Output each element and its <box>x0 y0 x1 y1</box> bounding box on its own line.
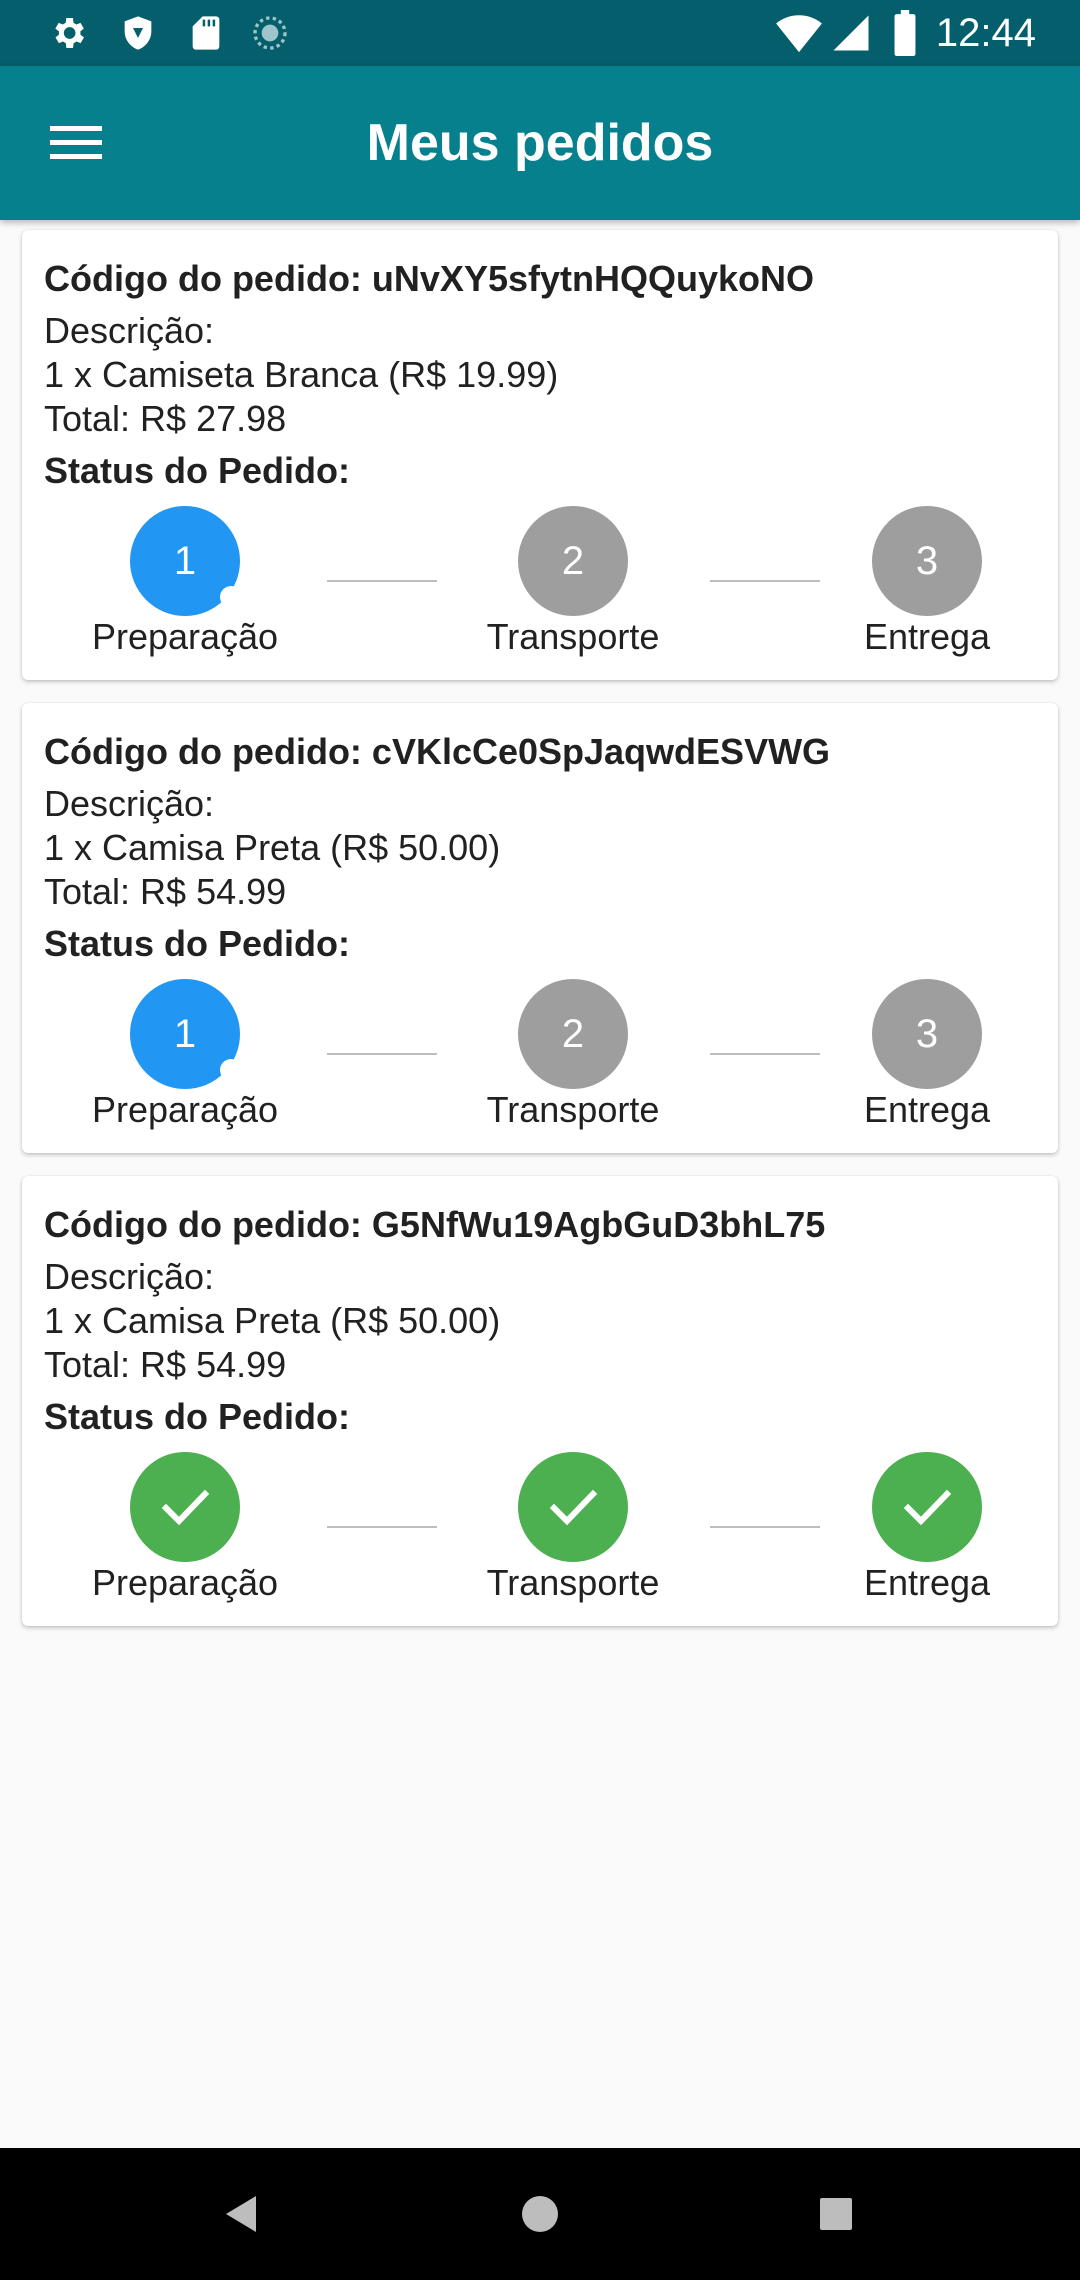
step-preparation: 1 <box>130 979 242 1089</box>
order-code: Código do pedido: G5NfWu19AgbGuD3bhL75 <box>44 1204 826 1245</box>
status-label: Status do Pedido: <box>44 923 350 964</box>
battery-icon <box>894 10 916 56</box>
step-connector <box>710 580 820 582</box>
step-transport: 2 <box>518 506 628 616</box>
step-number: 1 <box>173 539 197 583</box>
step-label-delivery: Entrega <box>863 1089 991 1130</box>
navigation-bar <box>0 2148 1080 2280</box>
check-icon <box>549 1489 598 1526</box>
step-connector <box>327 580 437 582</box>
description-label: Descrição: <box>44 310 215 351</box>
description-label: Descrição: <box>44 1256 215 1297</box>
description-label: Descrição: <box>44 783 215 824</box>
wifi-icon <box>776 15 822 53</box>
step-label-transport: Transporte <box>486 616 660 657</box>
step-preparation: 1 <box>130 506 242 616</box>
order-total: Total: R$ 27.98 <box>44 398 287 439</box>
order-card[interactable]: Código do pedido: uNvXY5sfytnHQQuykoNO D… <box>22 230 1058 680</box>
check-icon <box>161 1489 210 1526</box>
step-label-transport: Transporte <box>486 1089 660 1130</box>
order-code: Código do pedido: uNvXY5sfytnHQQuykoNO <box>44 258 815 299</box>
step-connector <box>710 1053 820 1055</box>
gear-icon <box>55 18 84 48</box>
step-connector <box>710 1526 820 1528</box>
step-number: 3 <box>915 1012 939 1056</box>
step-delivery <box>872 1452 982 1562</box>
order-item: 1 x Camiseta Branca (R$ 19.99) <box>44 354 559 395</box>
order-card[interactable]: Código do pedido: cVKlcCe0SpJaqwdESVWG D… <box>22 703 1058 1153</box>
sync-icon <box>253 16 287 50</box>
step-number: 2 <box>561 1012 585 1056</box>
back-icon[interactable] <box>222 2194 262 2234</box>
step-label-preparation: Preparação <box>91 616 279 657</box>
status-label: Status do Pedido: <box>44 450 350 491</box>
home-icon[interactable] <box>520 2194 560 2234</box>
step-number: 1 <box>173 1012 197 1056</box>
order-code: Código do pedido: cVKlcCe0SpJaqwdESVWG <box>44 731 831 772</box>
step-label-preparation: Preparação <box>91 1562 279 1603</box>
step-connector <box>327 1526 437 1528</box>
step-transport: 2 <box>518 979 628 1089</box>
step-label-delivery: Entrega <box>863 616 991 657</box>
recents-icon[interactable] <box>818 2196 854 2232</box>
step-label-preparation: Preparação <box>91 1089 279 1130</box>
order-card[interactable]: Código do pedido: G5NfWu19AgbGuD3bhL75 D… <box>22 1176 1058 1626</box>
step-label-delivery: Entrega <box>863 1562 991 1603</box>
page-title: Meus pedidos <box>366 114 714 172</box>
step-delivery: 3 <box>872 979 982 1089</box>
shield-icon <box>124 16 152 50</box>
sd-card-icon <box>192 16 220 50</box>
step-preparation <box>130 1452 240 1562</box>
step-label-transport: Transporte <box>486 1562 660 1603</box>
step-transport <box>518 1452 628 1562</box>
order-item: 1 x Camisa Preta (R$ 50.00) <box>44 1300 501 1341</box>
status-bar: 12:44 <box>0 0 1080 66</box>
order-total: Total: R$ 54.99 <box>44 871 287 912</box>
order-item: 1 x Camisa Preta (R$ 50.00) <box>44 827 501 868</box>
order-total: Total: R$ 54.99 <box>44 1344 287 1385</box>
step-delivery: 3 <box>872 506 982 616</box>
status-label: Status do Pedido: <box>44 1396 350 1437</box>
app-bar: Meus pedidos <box>0 66 1080 220</box>
signal-icon <box>833 15 869 51</box>
check-icon <box>903 1489 952 1526</box>
step-number: 2 <box>561 539 585 583</box>
clock: 12:44 <box>935 11 1036 55</box>
step-number: 3 <box>915 539 939 583</box>
step-connector <box>327 1053 437 1055</box>
